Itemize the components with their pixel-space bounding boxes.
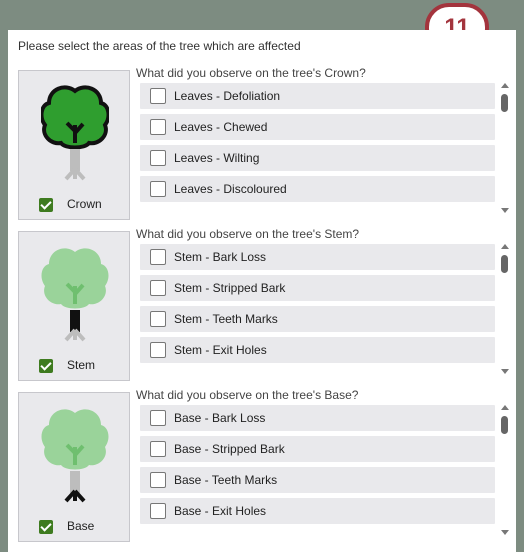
option-leaves-defoliation[interactable]: Leaves - Defoliation	[140, 83, 495, 109]
base-question: What did you observe on the tree's Base?	[136, 388, 359, 402]
scroll-thumb[interactable]	[501, 94, 508, 112]
scroll-thumb[interactable]	[501, 255, 508, 273]
option-leaves-discoloured[interactable]: Leaves - Discoloured	[140, 176, 495, 202]
option-label: Base - Exit Holes	[174, 504, 267, 518]
option-checkbox[interactable]	[150, 280, 166, 296]
option-leaves-chewed[interactable]: Leaves - Chewed	[140, 114, 495, 140]
option-checkbox[interactable]	[150, 119, 166, 135]
stem-question: What did you observe on the tree's Stem?	[136, 227, 360, 241]
option-label: Base - Stripped Bark	[174, 442, 285, 456]
option-base-exit-holes[interactable]: Base - Exit Holes	[140, 498, 495, 524]
scroll-down-icon[interactable]	[501, 369, 509, 374]
affected-areas-panel: Please select the areas of the tree whic…	[8, 30, 516, 552]
option-base-bark-loss[interactable]: Base - Bark Loss	[140, 405, 495, 431]
stem-label: Stem	[67, 358, 96, 372]
option-checkbox[interactable]	[150, 503, 166, 519]
tree-crown-highlight-icon	[41, 85, 109, 181]
crown-label: Crown	[67, 197, 102, 211]
option-base-teeth-marks[interactable]: Base - Teeth Marks	[140, 467, 495, 493]
option-checkbox[interactable]	[150, 88, 166, 104]
option-label: Stem - Teeth Marks	[174, 312, 278, 326]
section-crown: Crown What did you observe on the tree's…	[18, 66, 510, 220]
crown-checkbox[interactable]	[39, 198, 53, 212]
stem-area-card[interactable]: Stem	[18, 231, 130, 381]
option-label: Leaves - Defoliation	[174, 89, 281, 103]
base-area-card[interactable]: Base	[18, 392, 130, 542]
scroll-up-icon[interactable]	[501, 244, 509, 249]
scroll-thumb[interactable]	[501, 416, 508, 434]
option-checkbox[interactable]	[150, 342, 166, 358]
stem-scrollbar[interactable]	[500, 244, 510, 374]
scroll-down-icon[interactable]	[501, 530, 509, 535]
crown-question: What did you observe on the tree's Crown…	[136, 66, 366, 80]
section-stem: Stem What did you observe on the tree's …	[18, 227, 510, 381]
option-base-stripped-bark[interactable]: Base - Stripped Bark	[140, 436, 495, 462]
option-stem-bark-loss[interactable]: Stem - Bark Loss	[140, 244, 495, 270]
base-options-list: Base - Bark Loss Base - Stripped Bark Ba…	[140, 405, 495, 529]
tree-base-highlight-icon	[41, 409, 109, 503]
scroll-up-icon[interactable]	[501, 83, 509, 88]
stem-options-list: Stem - Bark Loss Stem - Stripped Bark St…	[140, 244, 495, 368]
instruction-text: Please select the areas of the tree whic…	[18, 39, 301, 53]
option-checkbox[interactable]	[150, 150, 166, 166]
option-label: Stem - Bark Loss	[174, 250, 267, 264]
option-checkbox[interactable]	[150, 410, 166, 426]
option-label: Stem - Stripped Bark	[174, 281, 286, 295]
option-checkbox[interactable]	[150, 181, 166, 197]
tree-stem-highlight-icon	[41, 248, 109, 342]
section-base: Base What did you observe on the tree's …	[18, 388, 510, 542]
option-label: Leaves - Wilting	[174, 151, 260, 165]
scroll-up-icon[interactable]	[501, 405, 509, 410]
option-stem-stripped-bark[interactable]: Stem - Stripped Bark	[140, 275, 495, 301]
option-checkbox[interactable]	[150, 311, 166, 327]
option-leaves-wilting[interactable]: Leaves - Wilting	[140, 145, 495, 171]
base-label: Base	[67, 519, 95, 533]
option-checkbox[interactable]	[150, 472, 166, 488]
stem-checkbox[interactable]	[39, 359, 53, 373]
option-checkbox[interactable]	[150, 441, 166, 457]
option-label: Leaves - Discoloured	[174, 182, 287, 196]
scroll-down-icon[interactable]	[501, 208, 509, 213]
option-stem-exit-holes[interactable]: Stem - Exit Holes	[140, 337, 495, 363]
option-label: Stem - Exit Holes	[174, 343, 267, 357]
base-checkbox[interactable]	[39, 520, 53, 534]
option-label: Leaves - Chewed	[174, 120, 268, 134]
option-label: Base - Bark Loss	[174, 411, 266, 425]
crown-area-card[interactable]: Crown	[18, 70, 130, 220]
option-stem-teeth-marks[interactable]: Stem - Teeth Marks	[140, 306, 495, 332]
option-checkbox[interactable]	[150, 249, 166, 265]
crown-scrollbar[interactable]	[500, 83, 510, 213]
crown-options-list: Leaves - Defoliation Leaves - Chewed Lea…	[140, 83, 495, 207]
base-scrollbar[interactable]	[500, 405, 510, 535]
option-label: Base - Teeth Marks	[174, 473, 278, 487]
